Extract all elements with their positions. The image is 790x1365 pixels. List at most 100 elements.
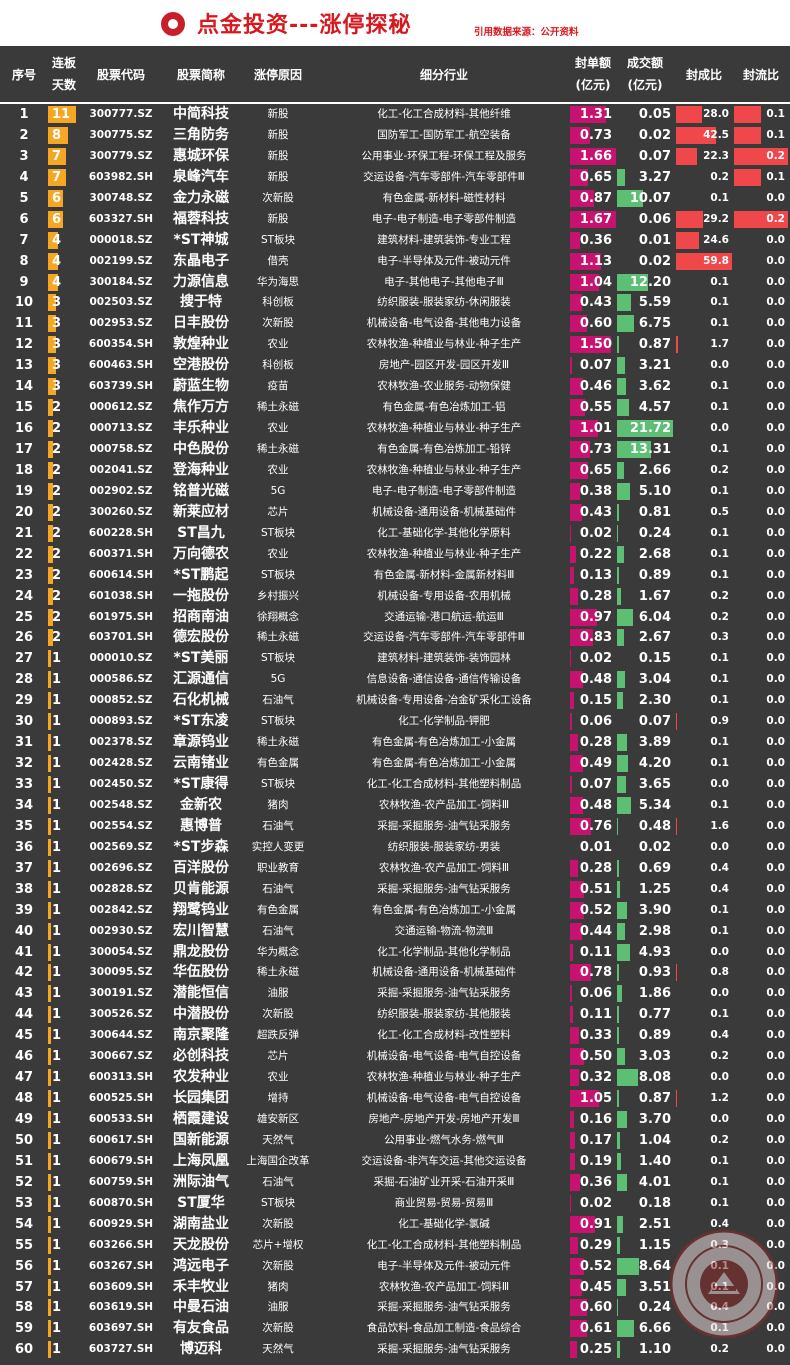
seal-amount-value: 0.91 xyxy=(579,1216,612,1232)
consecutive-days-bar xyxy=(48,776,51,793)
table-row[interactable]: 48 1 600525.SH 长园集团 增持 机械设备-电气设备-电气自控设备 1.05 0.… xyxy=(0,1088,790,1109)
stock-code: 603327.SH xyxy=(88,212,154,225)
table-row[interactable]: 60 1 603727.SH 博迈科 天然气 采掘-采掘服务-油气钻采服务 0.25 1.10… xyxy=(0,1339,790,1360)
table-row[interactable]: 35 1 002554.SZ 惠博普 石油气 采掘-采掘服务-油气钻采服务 0.76 0.48… xyxy=(0,816,790,837)
turnover-bar xyxy=(617,1341,620,1359)
table-row[interactable]: 12 3 600354.SH 敦煌种业 农业 农林牧渔-种植业与林业-种子生产 1.50 0.… xyxy=(0,334,790,355)
stock-name: 三角防务 xyxy=(173,126,229,143)
seal-float-ratio-cell: 0.0 xyxy=(734,648,788,669)
consecutive-days-cell: 1 xyxy=(48,1318,76,1339)
seal-volume-ratio-cell: 22.3 xyxy=(676,146,732,167)
stock-name: 中简科技 xyxy=(173,106,229,122)
seal-amount-bar xyxy=(570,776,572,793)
table-row[interactable]: 54 1 600929.SH 湖南盐业 次新股 化工-基础化学-氯碱 0.91 2.51 0.4… xyxy=(0,1214,790,1235)
seal-volume-ratio-cell: 0.1 xyxy=(676,1256,732,1277)
table-row[interactable]: 9 4 300184.SZ 力源信息 华为海思 电子-其他电子-其他电子Ⅲ 1.04 12.2… xyxy=(0,272,790,293)
table-row[interactable]: 11 3 002953.SZ 日丰股份 次新股 机械设备-电气设备-其他电力设备 0.60 6… xyxy=(0,313,790,334)
table-row[interactable]: 41 1 300054.SZ 鼎龙股份 华为概念 化工-化学制品-其他化学制品 0.11 4.… xyxy=(0,942,790,963)
table-row[interactable]: 51 1 600679.SH 上海凤凰 上海国企改革 交运设备-非汽车交运-其他交运设备 0… xyxy=(0,1151,790,1172)
consecutive-days-cell: 2 xyxy=(48,481,76,502)
table-row[interactable]: 55 1 603266.SH 天龙股份 芯片+增权 化工-化工合成材料-其他塑料制品 0.2… xyxy=(0,1235,790,1256)
table-row[interactable]: 19 2 002902.SZ 铭普光磁 5G 电子-电子制造-电子零部件制造 0.38 5.1… xyxy=(0,481,790,502)
consecutive-days-cell: 2 xyxy=(48,607,76,628)
table-row[interactable]: 22 2 600371.SH 万向德农 农业 农林牧渔-种植业与林业-种子生产 0.22 2.… xyxy=(0,544,790,565)
seal-float-ratio-value: 0.0 xyxy=(766,1008,785,1021)
table-row[interactable]: 31 1 002378.SZ 章源钨业 稀土永磁 有色金属-有色冶炼加工-小金属 0.28 3… xyxy=(0,732,790,753)
seal-volume-ratio-cell: 24.6 xyxy=(676,230,732,251)
table-row[interactable]: 50 1 600617.SH 国新能源 天然气 公用事业-燃气水务-燃气Ⅲ 0.17 1.04… xyxy=(0,1130,790,1151)
seal-float-ratio-cell: 0.0 xyxy=(734,188,788,209)
table-row[interactable]: 29 1 000852.SZ 石化机械 石油气 机械设备-专用设备-冶金矿采化工设备 0.1… xyxy=(0,690,790,711)
table-row[interactable]: 23 2 600614.SH *ST鹏起 ST板块 有色金属-新材料-金属新材料Ⅲ 0.13… xyxy=(0,565,790,586)
table-row[interactable]: 5 6 300748.SZ 金力永磁 次新股 有色金属-新材料-磁性材料 0.87 10.07… xyxy=(0,188,790,209)
consecutive-days-bar xyxy=(48,1320,51,1338)
table-row[interactable]: 49 1 600533.SH 栖霞建设 雄安新区 房地产-房地产开发-房地产开发Ⅲ 0.16… xyxy=(0,1109,790,1130)
table-row[interactable]: 30 1 000893.SZ *ST东凌 ST板块 化工-化学制品-钾肥 0.06 0.07 0… xyxy=(0,711,790,732)
table-row[interactable]: 4 7 603982.SH 泉峰汽车 新股 交运设备-汽车零部件-汽车零部件Ⅲ 0.65 3.… xyxy=(0,167,790,188)
table-row[interactable]: 52 1 600759.SH 洲际油气 石油气 采掘-石油矿业开采-石油开采Ⅲ 0.36 4.… xyxy=(0,1172,790,1193)
table-row[interactable]: 15 2 000612.SZ 焦作万方 稀土永磁 有色金属-有色冶炼加工-铝 0.55 4.5… xyxy=(0,397,790,418)
table-row[interactable]: 45 1 300644.SZ 南京聚隆 超跌反弹 化工-化工合成材料-改性塑料 0.33 0.… xyxy=(0,1025,790,1046)
table-row[interactable]: 2 8 300775.SZ 三角防务 新股 国防军工-国防军工-航空装备 0.73 0.02 4… xyxy=(0,125,790,146)
stock-name: *ST美丽 xyxy=(173,650,229,667)
seal-amount-cell: 0.17 xyxy=(570,1130,616,1151)
table-row[interactable]: 18 2 002041.SZ 登海种业 农业 农林牧渔-种植业与林业-种子生产 0.65 2.… xyxy=(0,460,790,481)
table-row[interactable]: 10 3 002503.SZ 搜于特 科创板 纺织服装-服装家纺-休闲服装 0.43 5.59… xyxy=(0,292,790,313)
table-row[interactable]: 47 1 600313.SH 农发种业 农业 农林牧渔-种植业与林业-种子生产 0.32 8.… xyxy=(0,1067,790,1088)
table-row[interactable]: 13 3 600463.SH 空港股份 科创板 房地产-园区开发-园区开发Ⅲ 0.07 3.2… xyxy=(0,355,790,376)
table-row[interactable]: 27 1 000010.SZ *ST美丽 ST板块 建筑材料-建筑装饰-装饰园林 0.02 0… xyxy=(0,648,790,669)
table-row[interactable]: 39 1 002842.SZ 翔鹭钨业 有色金属 有色金属-有色冶炼加工-小金属 0.52 3… xyxy=(0,900,790,921)
industry: 有色金属-有色冶炼加工-小金属 xyxy=(371,903,517,916)
consecutive-days-value: 2 xyxy=(52,609,62,625)
table-row[interactable]: 24 2 601038.SH 一拖股份 乡村振兴 机械设备-专用设备-农用机械 0.28 1.… xyxy=(0,586,790,607)
limit-up-reason: 5G xyxy=(270,673,286,686)
table-row[interactable]: 36 1 002569.SZ *ST步森 实控人变更 纺织服装-服装家纺-男装 0.01 0.… xyxy=(0,837,790,858)
seal-amount-bar xyxy=(570,1027,579,1045)
table-row[interactable]: 53 1 600870.SH ST厦华 ST板块 商业贸易-贸易-贸易Ⅲ 0.02 0.18 0… xyxy=(0,1193,790,1214)
seal-float-ratio-value: 0.0 xyxy=(766,882,785,895)
table-row[interactable]: 21 2 600228.SH ST昌九 ST板块 化工-基础化学-其他化学原料 0.02 0.… xyxy=(0,523,790,544)
table-row[interactable]: 37 1 002696.SZ 百洋股份 职业教育 农林牧渔-农产品加工-饲料Ⅲ 0.28 0.… xyxy=(0,858,790,879)
seal-volume-ratio-value: 42.5 xyxy=(703,128,729,141)
row-number: 18 xyxy=(14,462,34,478)
table-row[interactable]: 1 11 300777.SZ 中简科技 新股 化工-化工合成材料-其他纤维 1.31 0.05… xyxy=(0,104,790,125)
industry: 化工-化工合成材料-改性塑料 xyxy=(377,1029,511,1042)
seal-amount-cell: 0.07 xyxy=(570,355,616,376)
seal-float-ratio-cell: 0.0 xyxy=(734,1088,788,1109)
table-row[interactable]: 32 1 002428.SZ 云南锗业 有色金属 有色金属-有色冶炼加工-小金属 0.49 4… xyxy=(0,753,790,774)
table-row[interactable]: 34 1 002548.SZ 金新农 猪肉 农林牧渔-农产品加工-饲料Ⅲ 0.48 5.34 0… xyxy=(0,795,790,816)
table-row[interactable]: 7 4 000018.SZ *ST神城 ST板块 建筑材料-建筑装饰-专业工程 0.36 0.… xyxy=(0,230,790,251)
row-number: 7 xyxy=(19,232,29,248)
table-row[interactable]: 43 1 300191.SZ 潜能恒信 油服 采掘-采掘服务-油气钻采服务 0.06 1.86… xyxy=(0,983,790,1004)
table-row[interactable]: 58 1 603619.SH 中曼石油 油服 采掘-采掘服务-油气钻采服务 0.60 0.24… xyxy=(0,1297,790,1318)
table-row[interactable]: 6 6 603327.SH 福蓉科技 新股 电子-电子制造-电子零部件制造 1.67 0.06… xyxy=(0,209,790,230)
seal-volume-ratio-value: 59.8 xyxy=(703,254,729,267)
table-row[interactable]: 40 1 002930.SZ 宏川智慧 石油气 交通运输-物流-物流Ⅲ 0.44 2.98 0.… xyxy=(0,921,790,942)
table-row[interactable]: 56 1 603267.SH 鸿远电子 次新股 电子-半导体及元件-被动元件 0.52 8.6… xyxy=(0,1256,790,1277)
table-row[interactable]: 33 1 002450.SZ *ST康得 ST板块 化工-化工合成材料-其他塑料制品 0.0… xyxy=(0,774,790,795)
turnover-cell: 8.64 xyxy=(617,1256,673,1277)
table-row[interactable]: 57 1 603609.SH 禾丰牧业 猪肉 农林牧渔-农产品加工-饲料Ⅲ 0.45 3.51… xyxy=(0,1277,790,1298)
seal-amount-cell: 1.66 xyxy=(570,146,616,167)
consecutive-days-cell: 1 xyxy=(48,942,76,963)
table-row[interactable]: 20 2 300260.SZ 新莱应材 芯片 机械设备-通用设备-机械基础件 0.43 0.8… xyxy=(0,502,790,523)
seal-amount-cell: 0.11 xyxy=(570,1004,616,1025)
turnover-value: 1.25 xyxy=(638,881,671,897)
table-row[interactable]: 46 1 300667.SZ 必创科技 芯片 机械设备-电气设备-电气自控设备 0.50 3.… xyxy=(0,1046,790,1067)
table-row[interactable]: 44 1 300526.SZ 中潜股份 次新股 纺织服装-服装家纺-其他服装 0.11 0.7… xyxy=(0,1004,790,1025)
row-number: 34 xyxy=(14,797,34,813)
page-title: 点金投资---涨停探秘 xyxy=(197,13,412,38)
table-row[interactable]: 16 2 000713.SZ 丰乐种业 农业 农林牧渔-种植业与林业-种子生产 1.01 21… xyxy=(0,418,790,439)
table-row[interactable]: 26 2 603701.SH 德宏股份 稀土永磁 交运设备-汽车零部件-汽车零部件Ⅲ 0.8… xyxy=(0,627,790,648)
seal-float-ratio-cell: 0.0 xyxy=(734,1046,788,1067)
table-row[interactable]: 3 7 300779.SZ 惠城环保 新股 公用事业-环保工程-环保工程及服务 1.66 0.… xyxy=(0,146,790,167)
table-row[interactable]: 42 1 300095.SZ 华伍股份 稀土永磁 机械设备-通用设备-机械基础件 0.78 0… xyxy=(0,962,790,983)
table-row[interactable]: 59 1 603697.SH 有友食品 次新股 食品饮料-食品加工制造-食品综合 0.61 6… xyxy=(0,1318,790,1339)
table-row[interactable]: 17 2 000758.SZ 中色股份 稀土永磁 有色金属-有色冶炼加工-铅锌 0.73 13… xyxy=(0,439,790,460)
table-row[interactable]: 38 1 002828.SZ 贝肯能源 石油气 采掘-采掘服务-油气钻采服务 0.51 1.2… xyxy=(0,879,790,900)
table-row[interactable]: 8 4 002199.SZ 东晶电子 借壳 电子-半导体及元件-被动元件 1.13 0.02 5… xyxy=(0,251,790,272)
table-row[interactable]: 14 3 603739.SH 蔚蓝生物 疫苗 农林牧渔-农业服务-动物保健 0.46 3.62… xyxy=(0,376,790,397)
table-row[interactable]: 28 1 000586.SZ 汇源通信 5G 信息设备-通信设备-通信传输设备 0.48 3.… xyxy=(0,669,790,690)
turnover-cell: 2.68 xyxy=(617,544,673,565)
table-row[interactable]: 25 2 601975.SH 招商南油 徐翔概念 交通运输-港口航运-航运Ⅲ 0.97 6.0… xyxy=(0,607,790,628)
